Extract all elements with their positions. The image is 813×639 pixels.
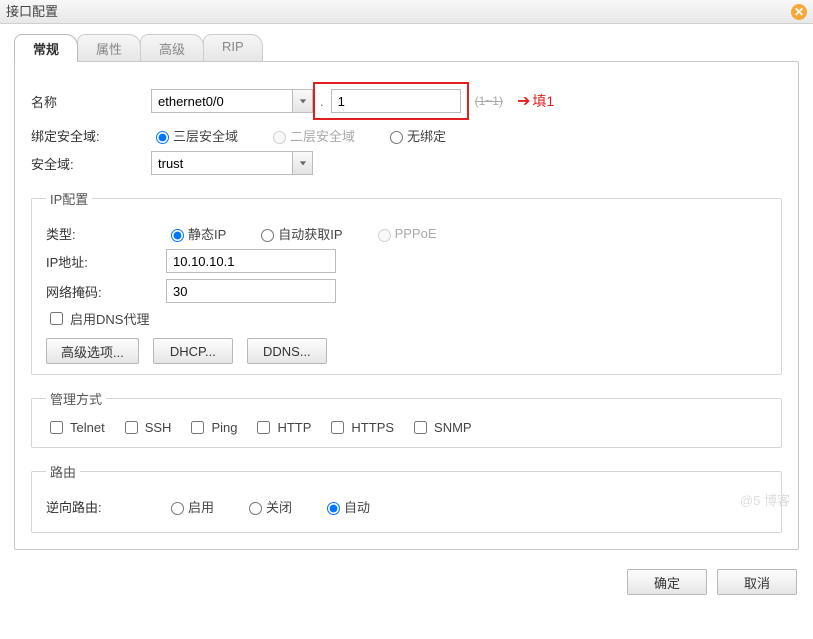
chk-ping[interactable]: Ping — [187, 418, 237, 437]
tab-general[interactable]: 常规 — [14, 34, 78, 62]
sec-domain-combo[interactable] — [151, 151, 313, 175]
cancel-button[interactable]: 取消 — [717, 569, 797, 595]
advanced-options-button[interactable]: 高级选项... — [46, 338, 139, 364]
close-icon[interactable]: ✕ — [791, 4, 807, 20]
ip-label: IP地址: — [46, 252, 166, 271]
titlebar: 接口配置 ✕ — [0, 0, 813, 24]
radio-rr-disable[interactable]: 关闭 — [244, 497, 292, 516]
ipconfig-legend: IP配置 — [46, 189, 92, 208]
name-combo[interactable] — [151, 89, 313, 113]
route-legend: 路由 — [46, 462, 80, 481]
dns-proxy-check[interactable]: 启用DNS代理 — [46, 309, 149, 328]
colon-sep: . — [320, 94, 324, 109]
tab-attrs[interactable]: 属性 — [77, 34, 141, 62]
mask-input[interactable] — [166, 279, 336, 303]
fieldset-ipconfig: IP配置 类型: 静态IP 自动获取IP PPPoE IP地址: 网络掩码: 启… — [31, 189, 782, 375]
fieldset-mgmt: 管理方式 Telnet SSH Ping HTTP HTTPS SNMP — [31, 389, 782, 448]
ok-button[interactable]: 确定 — [627, 569, 707, 595]
panel-general: 名称 . (1~1) ➔ 填1 绑定安全域: 三层安全域 二层安全域 无绑定 安… — [14, 61, 799, 550]
chevron-down-icon[interactable] — [292, 90, 312, 112]
name-label: 名称 — [31, 92, 151, 111]
tab-advanced[interactable]: 高级 — [140, 34, 204, 62]
name-combo-input[interactable] — [152, 90, 292, 112]
chk-https[interactable]: HTTPS — [327, 418, 394, 437]
radio-l2: 二层安全域 — [268, 126, 355, 145]
bind-domain-label: 绑定安全域: — [31, 126, 151, 145]
tabs: 常规 属性 高级 RIP — [14, 34, 813, 62]
fieldset-route: 路由 逆向路由: 启用 关闭 自动 — [31, 462, 782, 533]
arrow-icon: ➔ — [517, 91, 530, 111]
subinterface-highlight: . — [313, 82, 469, 120]
radio-auto[interactable]: 自动获取IP — [256, 224, 342, 243]
dhcp-button[interactable]: DHCP... — [153, 338, 233, 364]
sec-domain-input[interactable] — [152, 152, 292, 174]
radio-rr-auto[interactable]: 自动 — [322, 497, 370, 516]
chk-snmp[interactable]: SNMP — [410, 418, 472, 437]
chk-telnet[interactable]: Telnet — [46, 418, 105, 437]
ddns-button[interactable]: DDNS... — [247, 338, 327, 364]
tab-rip[interactable]: RIP — [203, 34, 263, 62]
radio-rr-enable[interactable]: 启用 — [166, 497, 214, 516]
revroute-label: 逆向路由: — [46, 497, 166, 516]
chk-http[interactable]: HTTP — [253, 418, 311, 437]
range-hint: (1~1) — [475, 94, 503, 108]
dialog-footer: 确定 取消 — [0, 559, 813, 605]
ip-input[interactable] — [166, 249, 336, 273]
mgmt-legend: 管理方式 — [46, 389, 106, 408]
mask-label: 网络掩码: — [46, 282, 166, 301]
radio-pppoe: PPPoE — [373, 226, 437, 242]
radio-none[interactable]: 无绑定 — [385, 126, 446, 145]
radio-static[interactable]: 静态IP — [166, 224, 226, 243]
type-label: 类型: — [46, 224, 166, 243]
subinterface-input[interactable] — [331, 89, 461, 113]
annotation: ➔ 填1 — [517, 91, 554, 111]
watermark: @5 博客 — [740, 490, 790, 509]
window-title: 接口配置 — [6, 4, 58, 19]
annotation-text: 填1 — [532, 91, 554, 111]
radio-l3[interactable]: 三层安全域 — [151, 126, 238, 145]
chevron-down-icon[interactable] — [292, 152, 312, 174]
sec-domain-label: 安全域: — [31, 154, 151, 173]
chk-ssh[interactable]: SSH — [121, 418, 172, 437]
